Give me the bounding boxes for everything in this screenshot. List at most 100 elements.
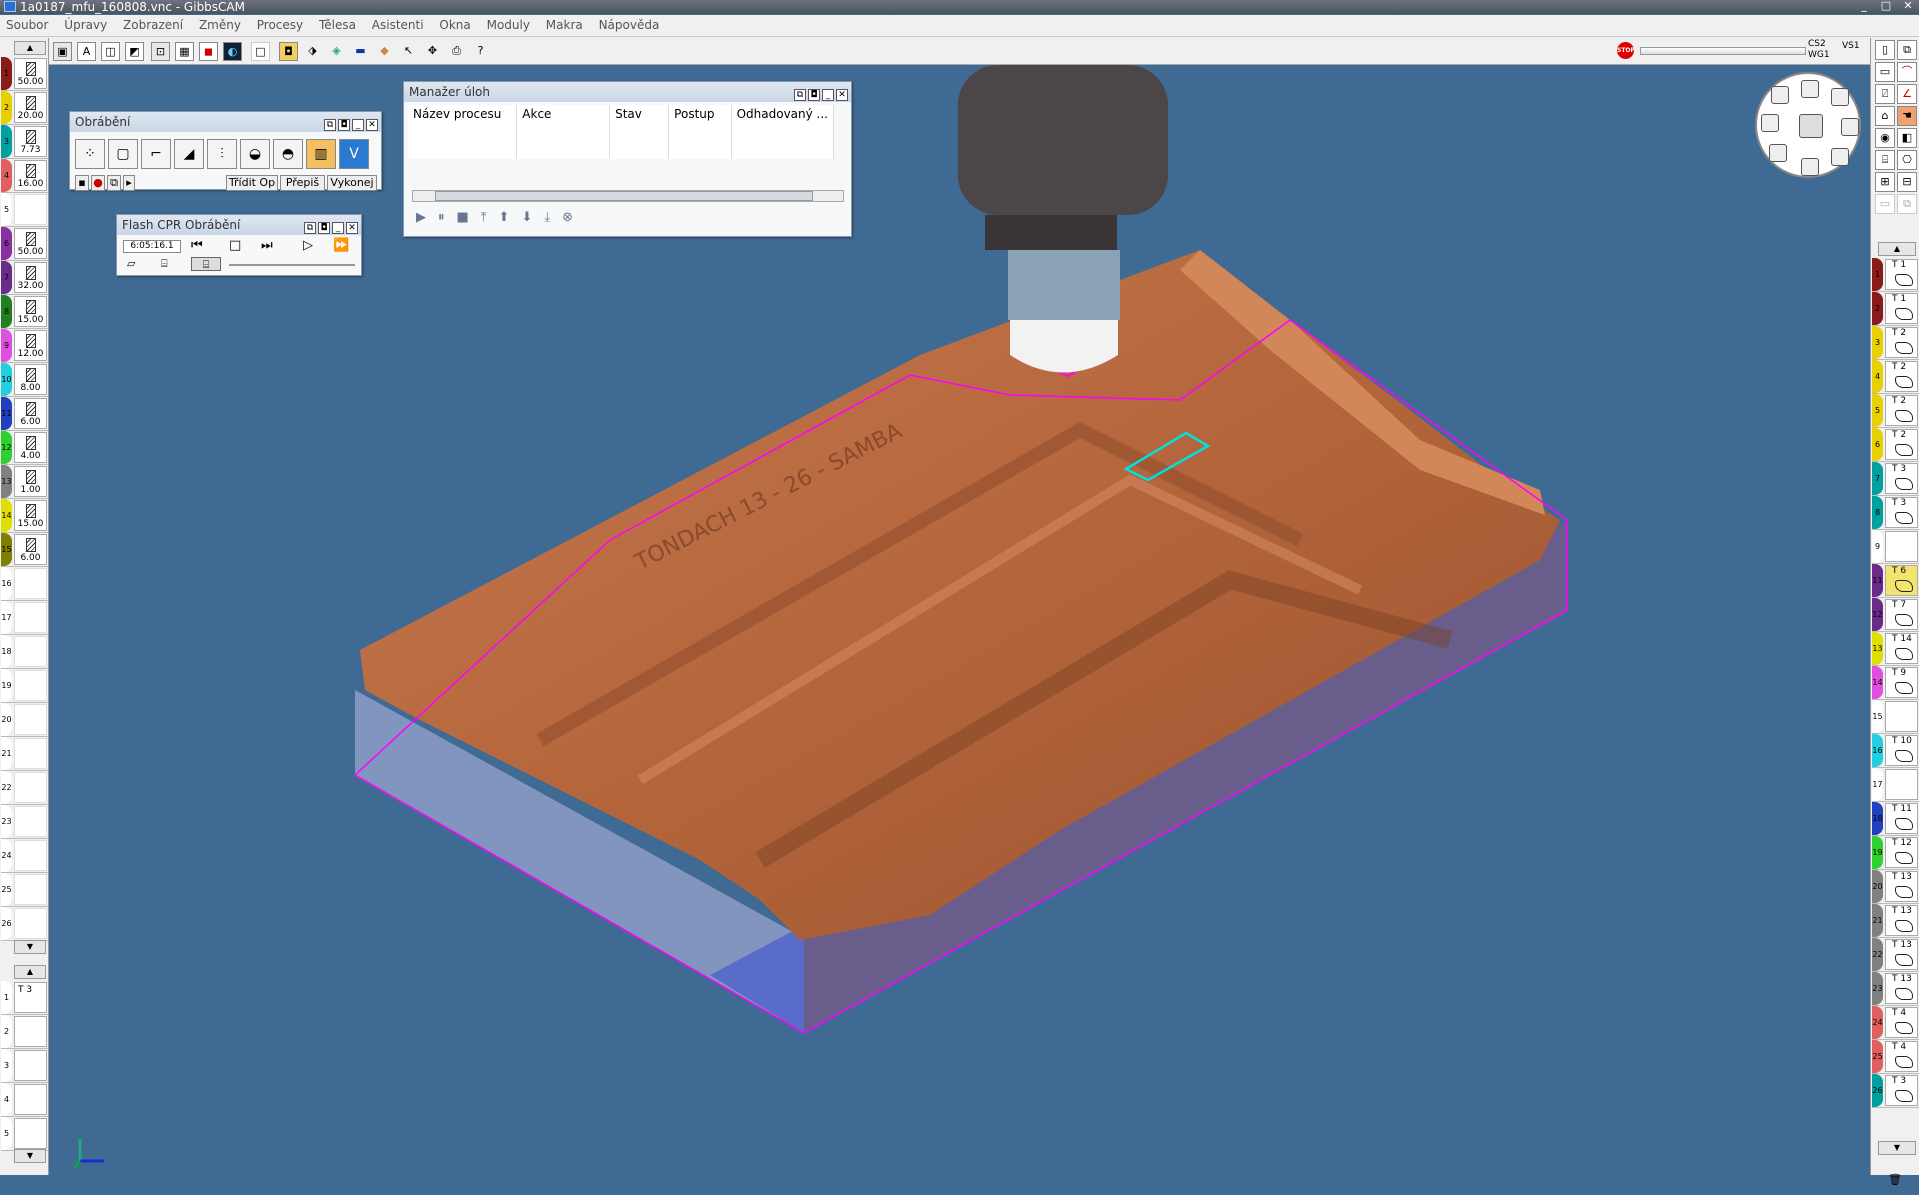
operation-slot[interactable]: 14 T 9 [1872,666,1919,700]
pan-icon[interactable] [1761,114,1779,132]
maximize-button[interactable]: □ [1876,0,1896,14]
minimize-icon[interactable]: _ [352,119,364,131]
rect-select-icon[interactable]: ▭ [1875,62,1895,82]
operation-slot[interactable]: 22 T 13 [1872,938,1919,972]
pause-icon[interactable]: ⏸ [438,210,457,225]
surface-process-button[interactable]: ⫶ [207,139,237,169]
tool-slot[interactable]: 3 7.73 [1,125,48,159]
right-view-icon[interactable] [1841,118,1859,136]
operation-slot[interactable]: 7 T 3 [1872,462,1919,496]
up-icon[interactable]: ⬆ [499,210,522,225]
help-icon[interactable]: ? [471,42,490,61]
front-view-icon[interactable] [1769,144,1787,162]
restore-icon[interactable]: ⧉ [324,119,336,131]
menu-telesa[interactable]: Tělesa [313,15,362,35]
tool-slot[interactable]: 14 15.00 [1,499,48,533]
process-scroll-down[interactable]: ▼ [14,1149,46,1163]
speed-slider[interactable] [229,264,355,266]
select-icon[interactable]: ⊡ [151,42,170,61]
operation-slot[interactable]: 6 T 2 [1872,428,1919,462]
bottom-icon[interactable]: ⤓ [544,210,562,225]
col-state[interactable]: Stav [609,105,670,123]
tool-slot[interactable]: 4 16.00 [1,159,48,193]
copy-icon[interactable]: ⧉ [1897,40,1917,60]
tool-slot[interactable]: 25 [1,873,48,907]
pointer-icon[interactable]: ↖ [399,42,418,61]
save-icon[interactable]: ▪ [75,175,89,191]
tasks-hscroll[interactable] [412,190,844,202]
more-icon[interactable]: ▸ [123,175,135,191]
new-doc-icon[interactable]: ▯ [1875,40,1895,60]
bottom-view-icon[interactable] [1801,158,1819,176]
process-slot[interactable]: 4 [1,1083,48,1117]
tool-slot[interactable]: 24 [1,839,48,873]
layer-icon[interactable]: ◈ [327,42,346,61]
pin-icon[interactable]: ◘ [318,222,330,234]
fast-forward-button[interactable]: ⏩ [333,238,349,253]
menu-asistenti[interactable]: Asistenti [366,15,430,35]
operation-slot[interactable]: 20 T 13 [1872,870,1919,904]
operation-slot[interactable]: 15 [1872,700,1919,734]
operation-slot[interactable]: 24 T 4 [1872,1006,1919,1040]
pin-icon[interactable]: ◘ [338,119,350,131]
disabled-a-icon[interactable]: ▭ [1875,194,1895,214]
stop-task-icon[interactable]: ■ [457,210,481,225]
delete-task-icon[interactable]: ⊗ [562,210,585,225]
operation-slot[interactable]: 19 T 12 [1872,836,1919,870]
hand-icon[interactable]: ☚ [1897,106,1917,126]
thread-process-button[interactable]: ◢ [174,139,204,169]
close-icon[interactable]: ✕ [366,119,378,131]
shade-icon[interactable]: ◩ [125,42,144,61]
disabled-b-icon[interactable]: ⧉ [1897,194,1917,214]
fixture-icon[interactable]: ⎔ [1897,150,1917,170]
operation-slot[interactable]: 16 T 10 [1872,734,1919,768]
operation-slot[interactable]: 13 T 14 [1872,632,1919,666]
run-icon[interactable]: ▶ [416,210,438,225]
tool-slot[interactable]: 22 [1,771,48,805]
tool-slot[interactable]: 6 50.00 [1,227,48,261]
col-estimate[interactable]: Odhadovaný ... [731,105,835,123]
iso-view-icon[interactable] [1831,148,1849,166]
tool-scroll-down[interactable]: ▼ [14,940,46,954]
operation-slot[interactable]: 1 T 1 [1872,258,1919,292]
restore-icon[interactable]: ⧉ [304,222,316,234]
mode-a-icon[interactable]: ▱ [127,257,135,270]
copy-op-icon[interactable]: ⧉ [107,175,121,191]
operation-slot[interactable]: 4 T 2 [1872,360,1919,394]
tool-slot[interactable]: 12 4.00 [1,431,48,465]
menu-okna[interactable]: Okna [433,15,476,35]
operation-slot[interactable]: 3 T 2 [1872,326,1919,360]
box-view-icon[interactable]: ◫ [101,42,120,61]
process-slot[interactable]: 1 T 3 [1,981,48,1015]
cube-view-icon[interactable] [1799,114,1823,138]
close-icon[interactable]: ✕ [346,222,358,234]
process-slot[interactable]: 3 [1,1049,48,1083]
tool-scroll-up[interactable]: ▲ [14,41,46,55]
tool-slot[interactable]: 21 [1,737,48,771]
tool-group-icon[interactable]: ⍁ [1875,84,1895,104]
part-icon[interactable]: ⬗ [303,42,322,61]
stop-button[interactable]: STOP [1617,42,1635,59]
operation-slot[interactable]: 23 T 13 [1872,972,1919,1006]
process-slot[interactable]: 2 [1,1015,48,1049]
tree-icon[interactable]: ⊟ [1897,172,1917,192]
tool-slot[interactable]: 10 8.00 [1,363,48,397]
render-icon[interactable]: ◼ [199,42,218,61]
v-process-button[interactable]: V [339,139,369,169]
print-icon[interactable]: ⎙ [447,42,466,61]
wire-view-icon[interactable]: A [77,42,96,61]
rotate-icon[interactable] [1771,86,1789,104]
tool-slot[interactable]: 5 [1,193,48,227]
menu-soubor[interactable]: Soubor [0,15,54,35]
play-button[interactable]: ▷ [303,238,313,253]
3d-process-button[interactable]: ◒ [240,139,270,169]
tool-slot[interactable]: 18 [1,635,48,669]
home-view-icon[interactable] [1801,80,1819,98]
pin-icon[interactable]: ◘ [808,89,820,101]
rewind-button[interactable]: ⏮ [191,238,203,253]
operation-slot[interactable]: 21 T 13 [1872,904,1919,938]
minimize-icon[interactable]: _ [822,89,834,101]
menu-makra[interactable]: Makra [540,15,589,35]
operation-slot[interactable]: 12 T 7 [1872,598,1919,632]
col-action[interactable]: Akce [516,105,611,123]
